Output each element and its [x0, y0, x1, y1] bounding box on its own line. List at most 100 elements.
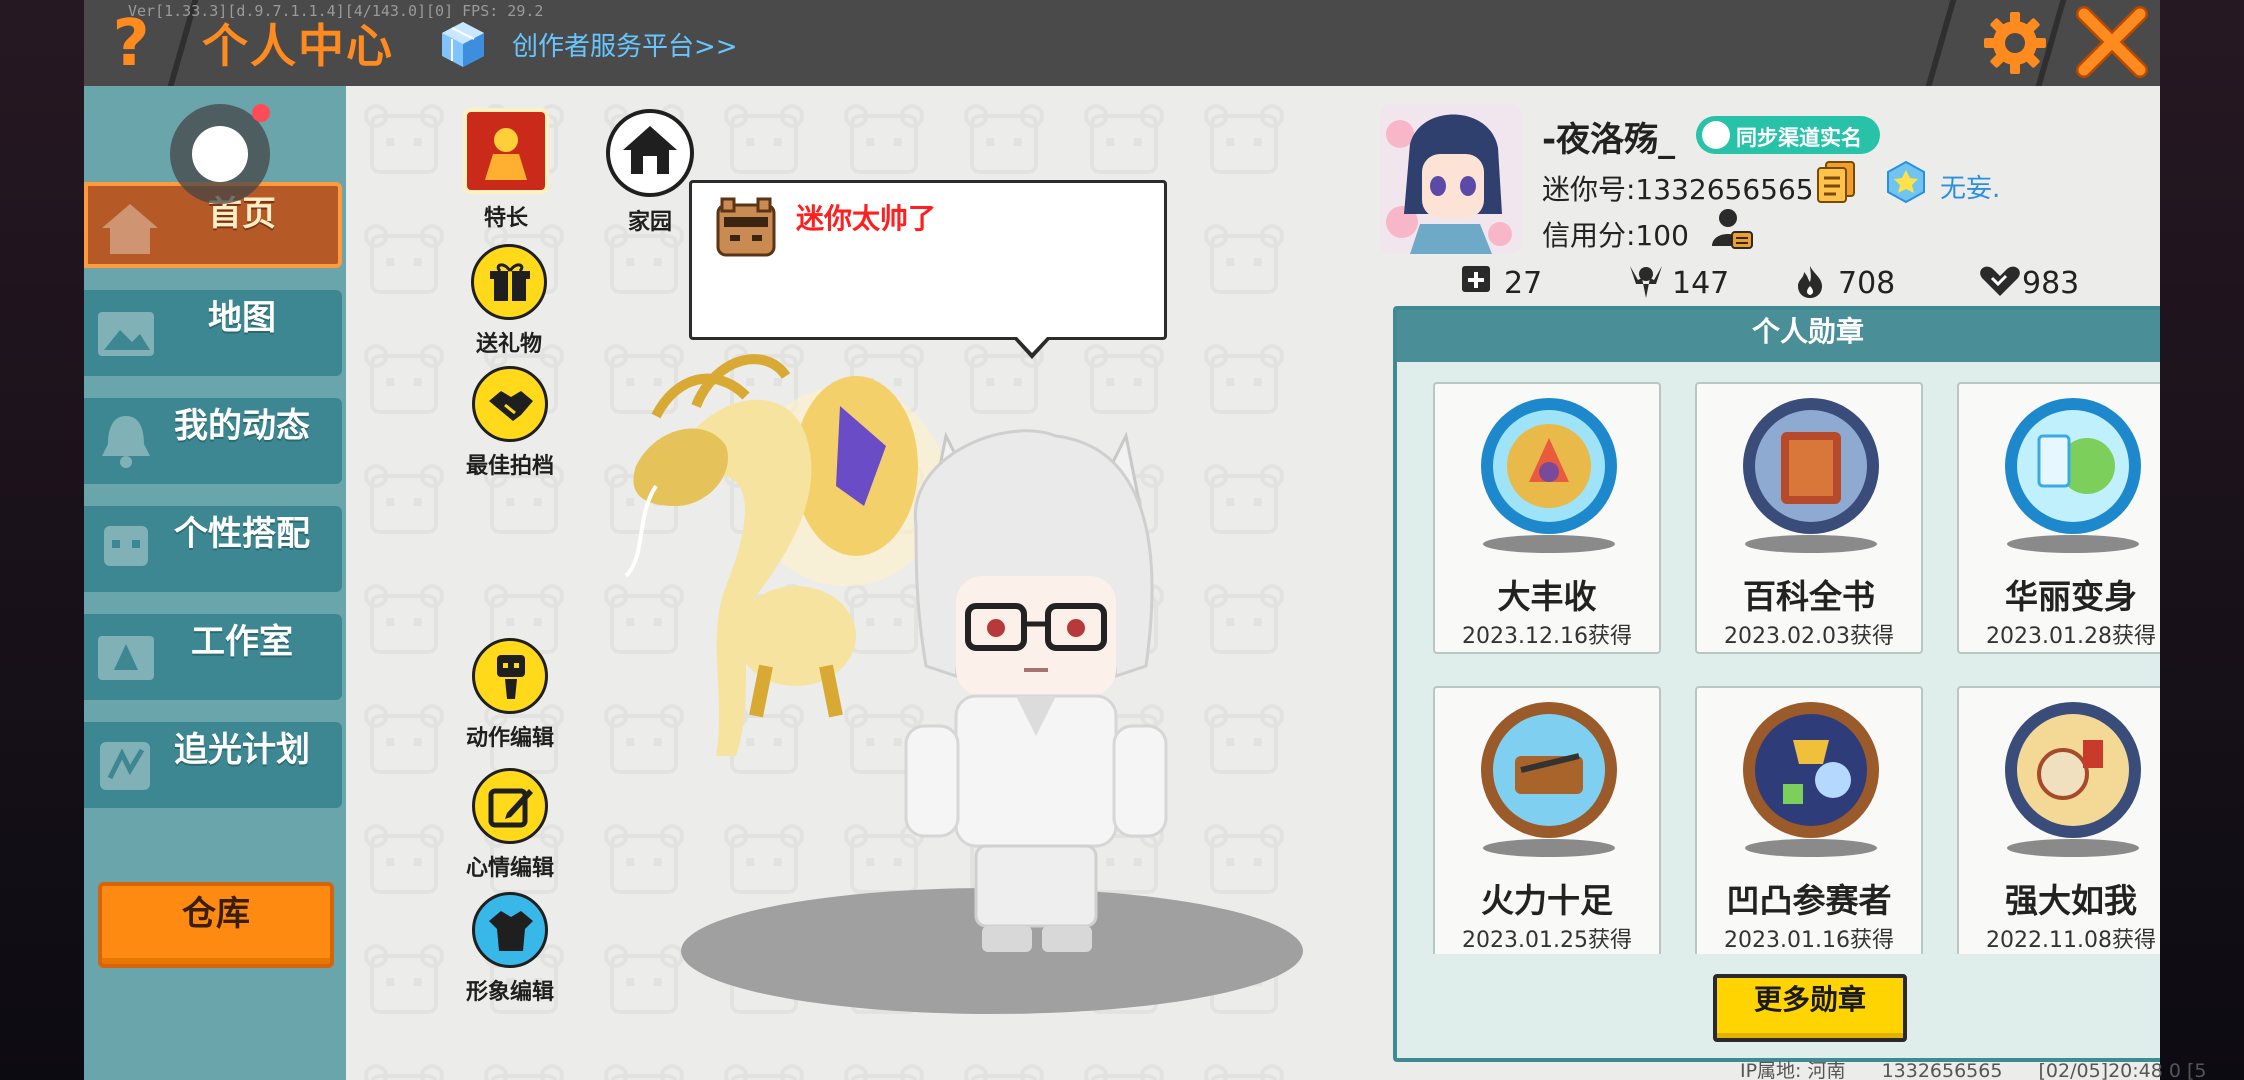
cube-icon[interactable] [440, 20, 486, 68]
sidebar-item-label: 工作室 [191, 622, 293, 662]
encyclopedia-medal-icon [1743, 398, 1879, 553]
specialty-icon [463, 108, 549, 194]
creator-platform-link[interactable]: 创作者服务平台>> [512, 26, 738, 63]
likes-stat[interactable]: 983 [1978, 262, 2108, 302]
sidebar-item-label: 地图 [208, 298, 276, 338]
medal-card[interactable]: 火力十足 2023.01.25获得 [1433, 686, 1661, 954]
sidebar-item-studio[interactable]: 工作室 [84, 614, 342, 700]
credit-user-icon[interactable] [1710, 206, 1754, 250]
sidebar-item-label: 追光计划 [174, 730, 310, 770]
edit-pencil-icon [472, 768, 548, 844]
footer-timestamp: [02/05]20:48 0 [5 [2038, 1060, 2207, 1080]
best-partner-label: 最佳拍档 [465, 454, 554, 479]
harvest-medal-icon [1481, 398, 1617, 553]
fire-icon [1798, 266, 1822, 298]
verified-user-icon [1702, 121, 1730, 149]
medal-date: 2023.12.16获得 [1462, 624, 1632, 649]
add-friend-icon [1462, 266, 1490, 292]
medal-grid[interactable]: 大丰收 2023.12.16获得 百科全书 2023.02.03获得 华丽变身 … [1433, 382, 2160, 954]
avatar[interactable] [1380, 104, 1522, 254]
title-badge-icon [1887, 160, 1925, 204]
heart-icon [1980, 266, 2020, 296]
likes-count: 983 [2022, 266, 2080, 301]
medal-name: 凹凸参赛者 [1726, 881, 1892, 920]
bubble-tail-fill [1015, 335, 1049, 353]
firepower-medal-icon [1481, 702, 1617, 857]
action-edit-button[interactable]: 动作编辑 [458, 638, 562, 752]
gift-icon [471, 244, 547, 320]
mini-id: 迷你号:1332656565 [1542, 173, 1814, 206]
specialty-button[interactable]: 特长 [458, 108, 554, 232]
friends-count: 27 [1504, 266, 1543, 301]
home-label: 家园 [627, 210, 672, 235]
best-partner-button[interactable]: 最佳拍档 [458, 366, 562, 480]
player-avatar[interactable] [886, 406, 1186, 966]
header-divider [1925, 0, 1957, 86]
header-bar: ? 个人中心 Ver[1.33.3][d.9.7.1.1.4][4/143.0]… [84, 0, 2160, 86]
medal-card[interactable]: 大丰收 2023.12.16获得 [1433, 382, 1661, 654]
transform-medal-icon [2005, 398, 2141, 553]
ip-location: IP属地: 河南 [1740, 1060, 1846, 1080]
bubble-avatar-icon [716, 197, 776, 257]
speech-bubble: 迷你太帅了 [689, 180, 1167, 359]
fans-count: 147 [1672, 266, 1730, 301]
footer-status: IP属地: 河南 1332656565 [02/05]20:48 0 [5 [1740, 1056, 2207, 1080]
medal-card[interactable]: 凹凸参赛者 2023.01.16获得 [1695, 686, 1923, 954]
medal-name: 华丽变身 [2005, 577, 2137, 616]
notification-dot [252, 104, 270, 122]
gift-button[interactable]: 送礼物 [466, 244, 552, 358]
specialty-label: 特长 [483, 206, 528, 231]
copy-icon[interactable] [1816, 160, 1856, 204]
player-title[interactable]: 无妄. [1940, 168, 2000, 205]
medal-name: 大丰收 [1497, 577, 1597, 616]
house-icon [606, 109, 694, 197]
friends-stat[interactable]: 27 [1460, 262, 1570, 302]
sidebar-item-label: 我的动态 [174, 406, 310, 446]
medal-date: 2023.01.28获得 [1986, 624, 2156, 649]
floating-button-core [192, 126, 248, 182]
medal-panel-title: 个人勋章 [1751, 315, 1864, 348]
medal-date: 2022.11.08获得 [1986, 928, 2156, 953]
strong-medal-icon [2005, 702, 2141, 857]
medal-name: 火力十足 [1481, 881, 1613, 920]
medal-date: 2023.01.16获得 [1724, 928, 1894, 953]
home-button[interactable]: 家园 [602, 108, 698, 236]
fans-icon [1630, 266, 1662, 298]
action-edit-label: 动作编辑 [465, 726, 554, 751]
handshake-icon [472, 366, 548, 442]
action-edit-icon [472, 638, 548, 714]
medal-card[interactable]: 华丽变身 2023.01.28获得 [1957, 382, 2160, 654]
mood-edit-button[interactable]: 心情编辑 [458, 768, 562, 882]
warehouse-button[interactable]: 仓库 [98, 882, 334, 968]
floating-assist-button[interactable] [170, 104, 270, 204]
medal-card[interactable]: 百科全书 2023.02.03获得 [1695, 382, 1923, 654]
popularity-stat[interactable]: 708 [1794, 262, 1914, 302]
mood-edit-label: 心情编辑 [465, 856, 554, 881]
background-right [2159, 0, 2244, 1080]
medal-panel-header: 个人勋章 [1397, 310, 2160, 362]
sidebar-item-outfit[interactable]: 个性搭配 [84, 506, 342, 592]
bubble-text: 迷你太帅了 [796, 202, 937, 235]
debug-info: Ver[1.33.3][d.9.7.1.1.4][4/143.0][0] FPS… [128, 2, 544, 20]
medal-name: 强大如我 [2005, 881, 2137, 920]
background-left [0, 0, 90, 1080]
appearance-edit-button[interactable]: 形象编辑 [458, 892, 562, 1006]
sidebar-item-map[interactable]: 地图 [84, 290, 342, 376]
close-icon[interactable] [2074, 4, 2150, 80]
sidebar-item-feed[interactable]: 我的动态 [84, 398, 342, 484]
medal-name: 百科全书 [1743, 577, 1875, 616]
medal-card[interactable]: 强大如我 2022.11.08获得 [1957, 686, 2160, 954]
medal-date: 2023.02.03获得 [1724, 624, 1894, 649]
gear-icon[interactable] [1980, 8, 2050, 78]
fans-stat[interactable]: 147 [1628, 262, 1748, 302]
sync-realname-badge[interactable]: 同步渠道实名 [1696, 116, 1880, 154]
sidebar-item-light-chase[interactable]: 追光计划 [84, 722, 342, 808]
medal-date: 2023.01.25获得 [1462, 928, 1632, 953]
medal-panel: 个人勋章 大丰收 2023.12.16获得 百科全书 2023.02.03获得 … [1393, 306, 2160, 1062]
sidebar-item-label: 个性搭配 [174, 514, 310, 554]
more-medals-label: 更多勋章 [1753, 983, 1866, 1016]
popularity-count: 708 [1838, 266, 1896, 301]
credit-score: 信用分:100 [1542, 219, 1689, 252]
more-medals-button[interactable]: 更多勋章 [1713, 974, 1907, 1042]
contestant-medal-icon [1743, 702, 1879, 857]
